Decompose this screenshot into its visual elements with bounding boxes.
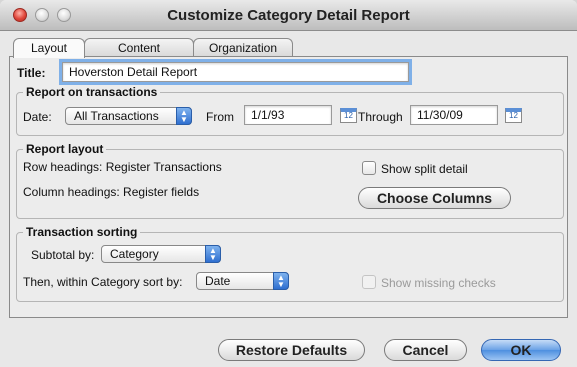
calendar-icon[interactable]: 12 bbox=[340, 108, 357, 123]
transaction-sorting-heading: Transaction sorting bbox=[23, 225, 141, 239]
tab-organization[interactable]: Organization bbox=[193, 38, 293, 57]
window-title: Customize Category Detail Report bbox=[167, 7, 410, 24]
from-date-input[interactable]: 1/1/93 bbox=[244, 105, 332, 125]
sort-by-value: Date bbox=[205, 274, 231, 288]
through-date-input[interactable]: 11/30/09 bbox=[410, 105, 498, 125]
date-range-select[interactable]: All Transactions ▲ ▼ bbox=[65, 107, 192, 125]
show-split-label: Show split detail bbox=[381, 162, 468, 176]
transaction-sorting-group: Transaction sorting bbox=[16, 225, 564, 302]
calendar-icon[interactable]: 12 bbox=[505, 108, 522, 123]
ok-button[interactable]: OK bbox=[481, 339, 561, 361]
title-label: Title: bbox=[17, 66, 46, 80]
then-sort-label: Then, within Category sort by: bbox=[23, 275, 183, 289]
column-headings-text: Column headings: Register fields bbox=[23, 185, 200, 199]
dialog-window: Customize Category Detail Report Layout … bbox=[0, 0, 577, 367]
from-label: From bbox=[206, 110, 234, 124]
report-on-heading: Report on transactions bbox=[23, 85, 161, 99]
show-missing-checks-label: Show missing checks bbox=[381, 276, 496, 290]
cancel-button[interactable]: Cancel bbox=[384, 339, 467, 361]
row-headings-text: Row headings: Register Transactions bbox=[23, 160, 222, 174]
popup-arrows-icon: ▲ ▼ bbox=[176, 107, 192, 125]
subtotal-select[interactable]: Category ▲ ▼ bbox=[101, 245, 221, 263]
subtotal-label: Subtotal by: bbox=[31, 248, 95, 262]
sort-by-select[interactable]: Date ▲ ▼ bbox=[196, 272, 289, 290]
tab-layout[interactable]: Layout bbox=[13, 38, 85, 58]
title-input[interactable]: Hoverston Detail Report bbox=[59, 59, 412, 85]
tab-content[interactable]: Content bbox=[84, 38, 194, 57]
subtotal-value: Category bbox=[110, 247, 159, 261]
show-split-checkbox[interactable] bbox=[362, 161, 376, 175]
choose-columns-button[interactable]: Choose Columns bbox=[358, 187, 511, 209]
title-bar: Customize Category Detail Report bbox=[0, 0, 577, 31]
restore-defaults-button[interactable]: Restore Defaults bbox=[218, 339, 365, 361]
report-layout-heading: Report layout bbox=[23, 142, 107, 156]
date-range-value: All Transactions bbox=[74, 109, 159, 123]
show-missing-checks-checkbox[interactable] bbox=[362, 275, 376, 289]
through-label: Through bbox=[358, 110, 403, 124]
popup-arrows-icon: ▲ ▼ bbox=[273, 272, 289, 290]
date-label: Date: bbox=[23, 110, 52, 124]
popup-arrows-icon: ▲ ▼ bbox=[205, 245, 221, 263]
